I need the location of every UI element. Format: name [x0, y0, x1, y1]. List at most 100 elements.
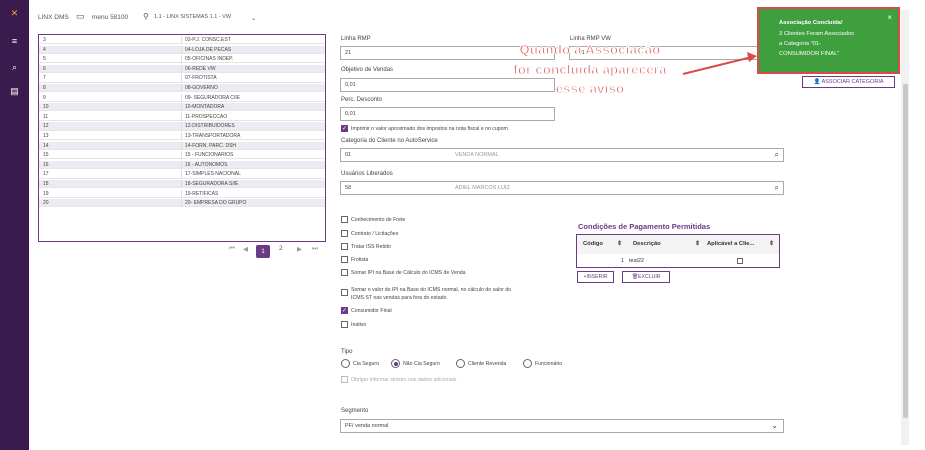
toast-line3: CONSUMIDOR FINAL" — [779, 51, 840, 57]
associar-categoria-button[interactable]: 👤 ASSOCIAR CATEGORIA — [802, 76, 895, 88]
row-name: 10-MONTADORA — [185, 104, 225, 111]
segmento-select[interactable]: PF/ venda normal ⌄ — [340, 419, 784, 433]
success-toast: Associação Concluída! 3 Clientes Foram A… — [757, 7, 900, 74]
option-checkbox[interactable] — [341, 230, 348, 237]
row-name: 03-P.J. CONSC.EST — [185, 37, 231, 43]
table-row[interactable]: 12 12-DISTRIBUIDORES — [39, 122, 325, 131]
tipo-radio[interactable] — [341, 359, 350, 368]
usuarios-field[interactable]: 58 ADIEL MARCOS LUIZ ⌕ — [340, 181, 784, 195]
table-row[interactable]: 6 06-REDE VW — [39, 64, 325, 74]
search-icon[interactable]: ⌕ — [9, 62, 20, 73]
row-code: 10 — [43, 104, 49, 111]
option-label: Inativo — [351, 322, 367, 328]
chevron-down-icon[interactable]: ⌄ — [771, 421, 778, 430]
tipo-radio[interactable] — [523, 359, 532, 368]
option-checkbox[interactable] — [341, 321, 348, 328]
row-aplicavel-checkbox[interactable] — [737, 258, 743, 264]
table-row[interactable]: 20 20- EMPRESA DO GRUPO — [39, 199, 325, 208]
table-row[interactable]: 19 19-RETIFICAS — [39, 189, 325, 198]
tipo-radio-label: Cliente Revenda — [468, 361, 507, 367]
linx-logo-icon: ✕ — [10, 8, 19, 18]
col-descricao[interactable]: Descrição — [633, 241, 661, 247]
option-checkbox[interactable] — [341, 256, 348, 263]
annotation-line3: esse aviso — [555, 81, 625, 97]
row-code: 15 — [43, 152, 49, 159]
sinistro-label: Obrigar informar sinistro nos dados adic… — [351, 377, 457, 383]
perc-desconto-input[interactable]: 0,01 — [340, 107, 555, 121]
chevron-down-icon[interactable]: ⌄ — [251, 14, 256, 22]
table-row[interactable]: 15 15 - FUNCIONARIOS — [39, 151, 325, 160]
option-checkbox[interactable] — [341, 269, 348, 276]
table-row[interactable]: 18 18-SEGURADORA S/IE — [39, 180, 325, 189]
row-code: 14 — [43, 142, 49, 149]
table-row[interactable]: 10 10-MONTADORA — [39, 103, 325, 112]
scrollbar-thumb[interactable] — [903, 84, 908, 418]
objetivo-label: Objetivo de Vendas — [341, 67, 394, 73]
row-name: 15 - FUNCIONARIOS — [185, 152, 234, 159]
sidebar: ✕ ≡ ⌕ ▤ — [0, 0, 29, 450]
table-row[interactable]: 11 11-PROSPECCAO — [39, 112, 325, 122]
table-row[interactable]: 5 05-OFICINAS INDEP. — [39, 55, 325, 64]
menu-label[interactable]: menu 58100 — [92, 14, 128, 21]
page-1-button[interactable]: 1 — [256, 245, 270, 258]
row-code: 18 — [43, 181, 49, 187]
option-checkbox[interactable] — [341, 243, 348, 250]
page-2-button[interactable]: 2 — [279, 245, 283, 252]
row-name: 19-RETIFICAS — [185, 190, 219, 197]
categoria-label: Categoria do Cliente no AutoService — [341, 138, 438, 144]
row-code: 13 — [43, 133, 49, 139]
col-codigo[interactable]: Código — [583, 241, 603, 247]
document-icon[interactable]: ▤ — [9, 86, 20, 97]
table-row[interactable]: 3 03-P.J. CONSC.EST — [39, 36, 325, 45]
search-icon[interactable]: ⌕ — [775, 150, 779, 160]
row-name: 05-OFICINAS INDEP. — [185, 56, 234, 63]
row-name: 11-PROSPECCAO — [185, 113, 228, 120]
categoria-code: 01 — [345, 152, 352, 158]
col-aplicavel[interactable]: Aplicável a Clie... — [707, 241, 754, 247]
option-label: Somar IPI na Base de Cálculo do ICMS de … — [351, 270, 466, 276]
row-code: 8 — [43, 85, 46, 91]
linha-rmp-label: Linha RMP — [341, 36, 371, 42]
table-row[interactable]: 1 test22 — [577, 255, 779, 267]
categoria-field[interactable]: 01 VENDA NORMAL ⌕ — [340, 148, 784, 162]
tipo-radio[interactable] — [391, 359, 400, 368]
app-name: LINX DMS — [38, 14, 69, 21]
sort-icon[interactable]: ⇕ — [695, 240, 700, 247]
table-row[interactable]: 8 08-GOVERNO — [39, 84, 325, 93]
option-checkbox[interactable] — [341, 289, 348, 296]
close-icon[interactable]: × — [887, 13, 892, 22]
table-row[interactable]: 9 09- SEGURADORA C/IE — [39, 93, 325, 102]
tipo-radio-label: Cia Seguro — [353, 361, 379, 367]
next-page-button[interactable]: ▶ — [297, 245, 302, 253]
prev-page-button[interactable]: ◀ — [243, 245, 248, 253]
table-row[interactable]: 7 07-FROTISTA — [39, 74, 325, 83]
location-label[interactable]: 1.1 - LINX SISTEMAS 1.1 - VW — [154, 14, 231, 20]
sort-icon[interactable]: ⇕ — [769, 240, 774, 247]
row-name: 17-SIMPLES NACIONAL — [185, 171, 241, 178]
condicoes-title: Condições de Pagamento Permitidas — [578, 222, 711, 231]
condicoes-header: Código ⇕ Descrição ⇕ Aplicável a Clie...… — [577, 235, 779, 254]
last-page-button[interactable]: ⏭ — [312, 245, 318, 253]
imprimir-checkbox[interactable] — [341, 125, 348, 132]
inserir-button[interactable]: +INSERIR — [577, 271, 614, 283]
row-descricao: test22 — [629, 258, 644, 264]
excluir-button[interactable]: 🗑EXCLUIR — [622, 271, 670, 283]
table-row[interactable]: 4 04-LOJA DE PECAS — [39, 45, 325, 54]
option-checkbox[interactable] — [341, 307, 348, 314]
menu-icon[interactable]: ≡ — [9, 36, 20, 47]
sinistro-checkbox[interactable] — [341, 376, 348, 383]
table-row[interactable]: 13 13-TRANSPORTADORA — [39, 132, 325, 141]
row-name: 12-DISTRIBUIDORES — [185, 123, 235, 130]
table-row[interactable]: 14 14-FORN. PARC. DSH — [39, 141, 325, 150]
tipo-radio[interactable] — [456, 359, 465, 368]
tipo-label: Tipo — [341, 349, 353, 355]
table-row[interactable]: 16 16 - AUTONOMOS — [39, 160, 325, 170]
search-icon[interactable]: ⌕ — [775, 183, 779, 193]
row-name: 09- SEGURADORA C/IE — [185, 94, 241, 101]
option-checkbox[interactable] — [341, 216, 348, 223]
table-row[interactable]: 17 17-SIMPLES NACIONAL — [39, 170, 325, 179]
sort-icon[interactable]: ⇕ — [617, 240, 622, 247]
row-code: 4 — [43, 46, 46, 53]
first-page-button[interactable]: ⏮ — [229, 245, 235, 253]
option-label: Consumidor Final — [351, 308, 392, 314]
